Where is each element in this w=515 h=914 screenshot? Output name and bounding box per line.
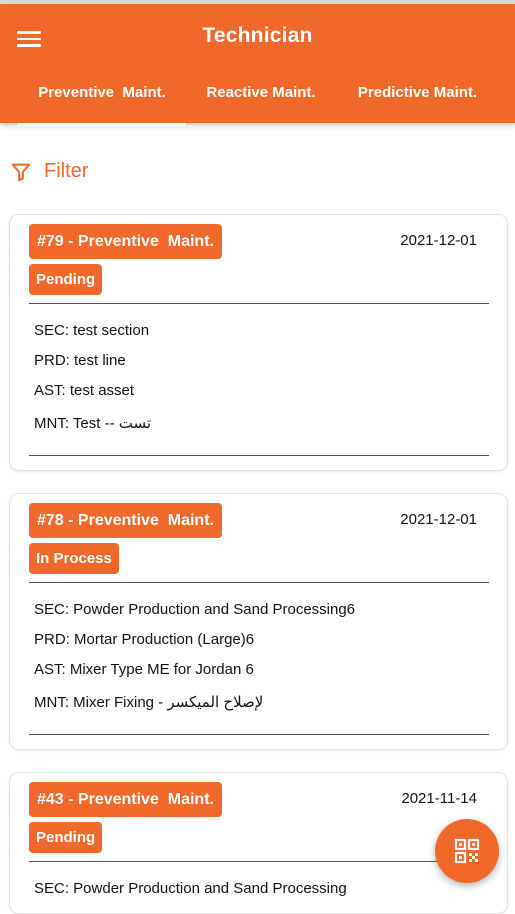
work-order-card[interactable]: #43 - Preventive Maint. 2021-11-14 Pendi… (9, 772, 508, 914)
production-line-text: PRD: Mortar Production (Large)6 (34, 631, 255, 648)
section-text: SEC: test section (34, 322, 150, 339)
asset-text: AST: Mixer Type ME for Jordan 6 (34, 661, 254, 678)
divider (29, 455, 489, 456)
work-order-id[interactable]: #43 - Preventive Maint. (29, 782, 222, 817)
work-order-date: 2021-12-01 (400, 232, 477, 249)
maintenance-text: MNT: Mixer Fixing - لإصلاح الميكسر (34, 694, 264, 711)
app-bar: Technician Preventive Maint. Reactive Ma… (0, 4, 515, 126)
filter-label: Filter (44, 160, 89, 182)
app-title: Technician (202, 24, 313, 47)
work-order-card[interactable]: #79 - Preventive Maint. 2021-12-01 Pendi… (9, 214, 508, 471)
divider (29, 303, 489, 304)
filter-button[interactable]: Filter (10, 160, 88, 183)
tab-predictive[interactable]: Predictive Maint. (345, 84, 490, 101)
tab-reactive[interactable]: Reactive Maint. (196, 84, 326, 101)
status-badge: Pending (29, 822, 103, 853)
work-order-card[interactable]: #78 - Preventive Maint. 2021-12-01 In Pr… (9, 493, 508, 750)
qr-scan-button[interactable] (435, 819, 499, 883)
production-line-text: PRD: test line (34, 352, 126, 369)
status-badge: In Process (29, 543, 119, 574)
work-order-id[interactable]: #79 - Preventive Maint. (29, 224, 222, 259)
divider (29, 861, 489, 862)
tab-preventive[interactable]: Preventive Maint. (18, 84, 186, 126)
section-text: SEC: Powder Production and Sand Processi… (34, 880, 347, 897)
maintenance-text: MNT: Test -- تست (34, 415, 152, 432)
work-order-id[interactable]: #78 - Preventive Maint. (29, 503, 222, 538)
divider (29, 582, 489, 583)
work-order-date: 2021-11-14 (401, 790, 477, 807)
funnel-icon (11, 163, 31, 181)
section-text: SEC: Powder Production and Sand Processi… (34, 601, 356, 618)
status-badge: Pending (29, 264, 103, 295)
work-order-date: 2021-12-01 (400, 511, 477, 528)
divider (29, 734, 489, 735)
asset-text: AST: test asset (34, 382, 135, 399)
tab-bar: Preventive Maint. Reactive Maint. Predic… (0, 84, 515, 126)
qr-code-icon (454, 838, 480, 864)
